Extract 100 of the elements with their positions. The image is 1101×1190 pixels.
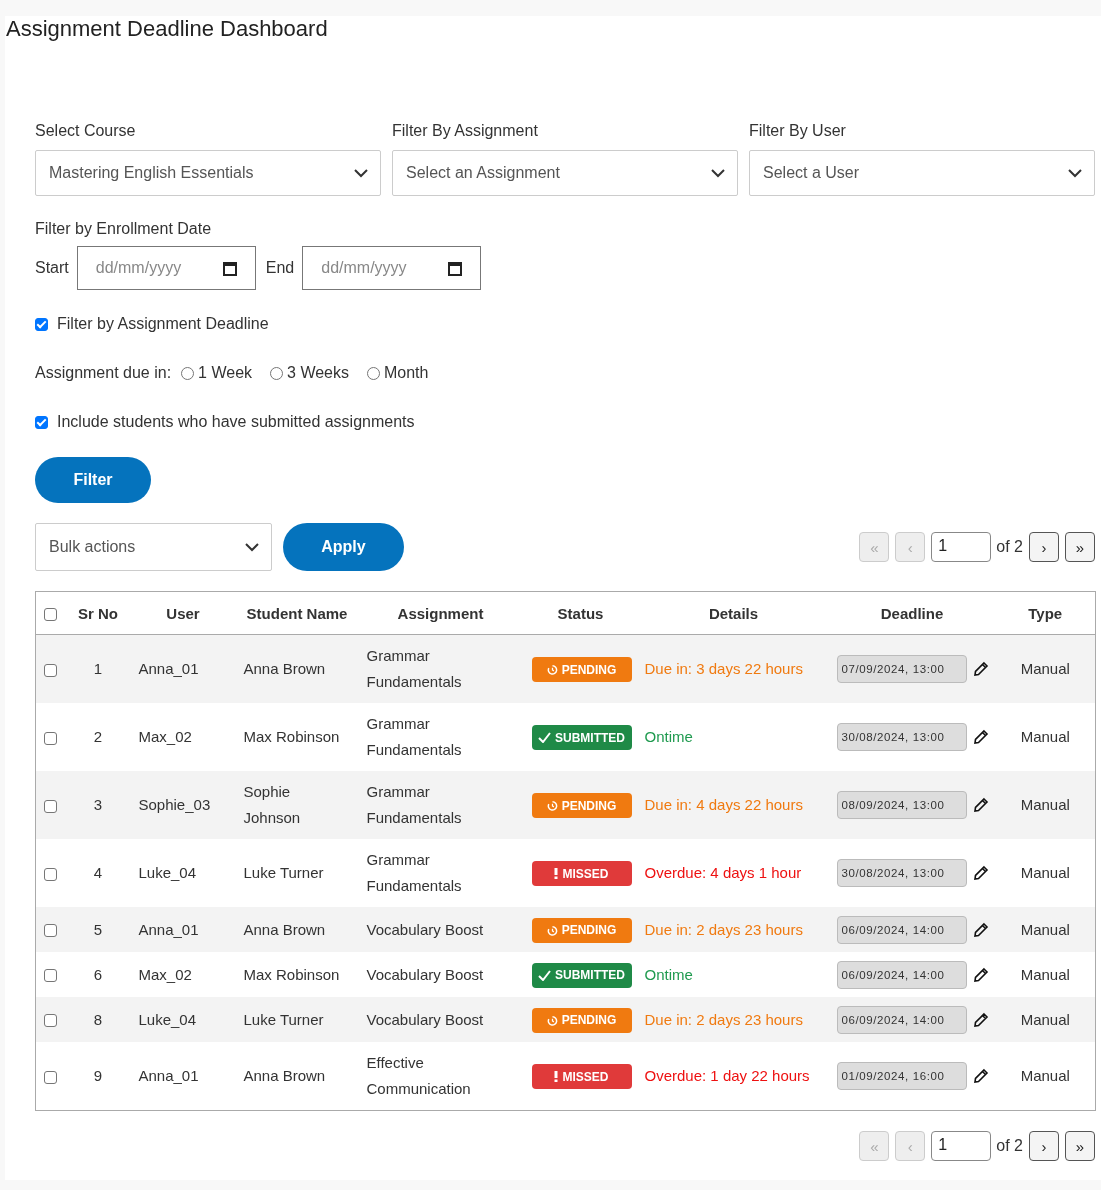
table-cell: 2 [93, 728, 103, 745]
table-cell: Max_02 [138, 965, 192, 983]
table-cell: 8 [93, 1010, 103, 1028]
deadline-field[interactable]: 07/09/2024, 13:00 [836, 655, 967, 683]
page-title: Assignment Deadline Dashboard [6, 16, 329, 42]
chevron-down-icon [711, 168, 725, 178]
dropdown-select[interactable]: Mastering English Essentials [35, 150, 381, 196]
deadline-field[interactable]: 01/09/2024, 16:00 [836, 1062, 967, 1090]
date-field[interactable]: dd/mm/yyyy [76, 246, 256, 290]
table-cell: Manual [1020, 660, 1070, 677]
row-checkbox[interactable] [44, 1014, 58, 1028]
column-header: Status [557, 604, 604, 622]
filter-label: Select Course [35, 122, 137, 140]
row-checkbox[interactable] [44, 731, 58, 745]
calendar-icon [222, 260, 237, 276]
pencil-icon[interactable] [972, 966, 989, 983]
pencil-icon[interactable] [972, 797, 989, 813]
chevron-down-icon [354, 168, 368, 178]
pencil-icon[interactable] [972, 921, 989, 938]
pencil-icon[interactable] [972, 661, 989, 677]
table-cell-text: Max Robinson [243, 964, 340, 985]
column-header: Assignment [397, 604, 484, 622]
table-cell: Manual [1020, 864, 1070, 881]
table-cell-text: Vocabulary Boost [366, 964, 484, 985]
deadline-detail: Due in: 2 days 23 hours [644, 920, 803, 938]
next-page-button[interactable]: › [1029, 1131, 1059, 1161]
pencil-icon[interactable] [972, 1068, 989, 1084]
table-cell: 6 [93, 965, 103, 983]
timer-icon [546, 1014, 558, 1026]
table-cell: Luke_04 [138, 1010, 197, 1028]
page-number-field[interactable]: 1 [931, 1131, 992, 1161]
select-all-checkbox[interactable] [44, 608, 58, 622]
status-badge: PENDING [531, 793, 632, 819]
table-cell: Manual [1020, 1067, 1070, 1084]
row-checkbox[interactable] [44, 1070, 58, 1084]
table-cell-text: Luke Turner [243, 863, 324, 883]
checkbox[interactable] [35, 415, 48, 429]
chevron-down-icon [245, 542, 259, 552]
table-cell: Sophie_03 [138, 796, 211, 813]
deadline-field[interactable]: 30/08/2024, 13:00 [836, 859, 967, 887]
table-cell: Max_02 [138, 728, 192, 745]
table-cell-text: Luke Turner [243, 1009, 324, 1030]
row-checkbox[interactable] [44, 867, 58, 881]
last-page-button[interactable]: » [1065, 1131, 1095, 1161]
apply-button[interactable]: Apply [283, 523, 404, 571]
table-cell-text: Anna Brown [243, 919, 326, 940]
pencil-icon[interactable] [972, 729, 989, 745]
row-checkbox[interactable] [44, 799, 58, 813]
status-badge: SUBMITTED [531, 962, 632, 988]
page-count: of 2 [996, 1137, 1023, 1155]
table-cell-text: Effective Communication [366, 1053, 472, 1099]
bulk-actions-select[interactable]: Bulk actions [35, 523, 272, 571]
table-cell: Manual [1020, 965, 1070, 983]
timer-icon [546, 664, 558, 676]
dropdown-select[interactable]: Select an Assignment [392, 150, 738, 196]
deadline-detail: Overdue: 4 days 1 hour [644, 864, 802, 881]
table-cell-text: Anna Brown [243, 659, 326, 679]
row-checkbox[interactable] [44, 924, 58, 938]
deadline-detail: Ontime [644, 965, 693, 983]
date-field[interactable]: dd/mm/yyyy [302, 246, 482, 290]
row-checkbox[interactable] [44, 663, 58, 677]
status-badge: MISSED [531, 861, 632, 887]
next-page-button[interactable]: › [1029, 532, 1059, 562]
table-cell: 1 [93, 660, 103, 677]
table-cell: Manual [1020, 728, 1070, 745]
column-header: Details [708, 604, 759, 622]
last-page-button[interactable]: » [1065, 532, 1095, 562]
radio-button[interactable] [270, 366, 284, 380]
dropdown-select[interactable]: Select a User [749, 150, 1095, 196]
table-cell: 5 [93, 920, 103, 938]
status-badge: PENDING [531, 657, 632, 683]
calendar-icon [448, 260, 463, 276]
filter-button[interactable]: Filter [35, 457, 151, 503]
deadline-field[interactable]: 06/09/2024, 14:00 [836, 915, 967, 944]
table-cell-text: Grammar Fundamentals [366, 782, 463, 828]
deadline-field[interactable]: 06/09/2024, 14:00 [836, 1005, 967, 1034]
check-icon [538, 732, 551, 744]
deadline-field[interactable]: 30/08/2024, 13:00 [836, 723, 967, 751]
pencil-icon[interactable] [972, 1011, 989, 1028]
status-badge: SUBMITTED [531, 725, 632, 751]
radio-button[interactable] [181, 366, 195, 380]
row-checkbox[interactable] [44, 969, 58, 983]
column-header: Type [1028, 604, 1063, 622]
checkbox[interactable] [35, 317, 48, 331]
filter-label: Filter By User [749, 122, 847, 140]
section-label: Filter by Enrollment Date [35, 220, 213, 238]
status-badge: PENDING [531, 1007, 632, 1033]
chevron-down-icon [1068, 168, 1082, 178]
page-number-field[interactable]: 1 [931, 532, 992, 562]
radio-button[interactable] [367, 366, 380, 380]
due-in-label: Assignment due in: [35, 364, 172, 382]
table-cell: Anna_01 [138, 920, 199, 938]
deadline-field[interactable]: 08/09/2024, 13:00 [836, 791, 967, 819]
filter-label: Filter By Assignment [392, 122, 539, 140]
check-icon [538, 969, 551, 981]
radio-label: Month [384, 364, 429, 382]
deadline-field[interactable]: 06/09/2024, 14:00 [836, 960, 967, 989]
pencil-icon[interactable] [972, 865, 989, 881]
checkbox-label: Include students who have submitted assignments [57, 413, 415, 431]
table-cell-text: Grammar Fundamentals [366, 714, 463, 760]
